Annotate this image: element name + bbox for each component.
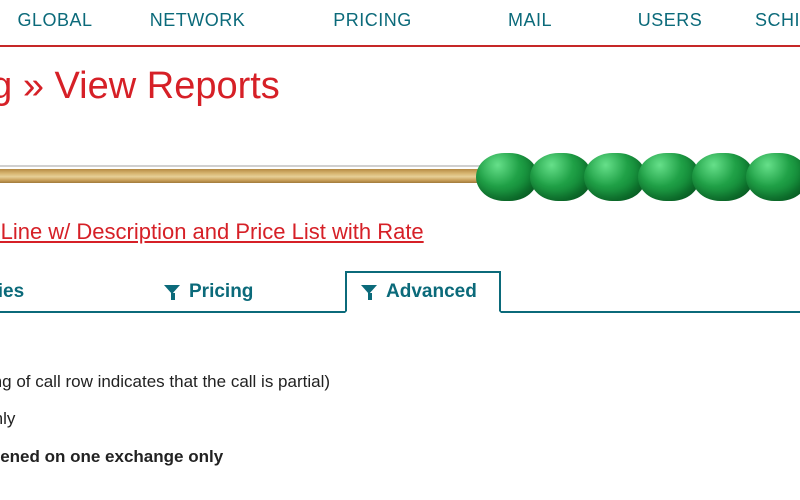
filter-tab-advanced[interactable]: Advanced xyxy=(345,271,501,313)
bead-icon xyxy=(476,153,538,201)
nav-item-users[interactable]: USERS xyxy=(600,10,740,31)
filter-tab-parties[interactable]: rties xyxy=(0,271,46,313)
bead-icon xyxy=(530,153,592,201)
bead-icon xyxy=(746,153,800,201)
bead-icon xyxy=(692,153,754,201)
hero: ng » View Reports xyxy=(0,47,800,167)
funnel-icon xyxy=(361,285,378,300)
nav-item-pricing[interactable]: PRICING xyxy=(285,10,460,31)
filter-tab-pricing[interactable]: Pricing xyxy=(150,271,275,313)
filter-tab-label: rties xyxy=(0,281,24,303)
filter-notes: nning of call row indicates that the cal… xyxy=(0,363,800,475)
report-subheading-link[interactable]: ng Line w/ Description and Price List wi… xyxy=(0,219,800,245)
top-nav: GLOBAL NETWORK PRICING MAIL USERS SCHI xyxy=(0,0,800,47)
filter-tab-label: Advanced xyxy=(386,281,477,303)
nav-item-sch[interactable]: SCHI xyxy=(740,10,800,31)
abacus-beads xyxy=(484,153,800,201)
nav-item-mail[interactable]: MAIL xyxy=(460,10,600,31)
note-line-one-exchange: appened on one exchange only xyxy=(0,438,800,475)
nav-item-global[interactable]: GLOBAL xyxy=(0,10,110,31)
filter-tab-label: Pricing xyxy=(189,281,253,303)
bead-icon xyxy=(584,153,646,201)
page-title: ng » View Reports xyxy=(0,47,800,108)
note-line-only: e only xyxy=(0,400,800,437)
filter-tabs: rties Pricing Advanced xyxy=(0,271,800,313)
note-line-partial-call: nning of call row indicates that the cal… xyxy=(0,363,800,400)
bead-icon xyxy=(638,153,700,201)
funnel-icon xyxy=(164,285,181,300)
nav-item-network[interactable]: NETWORK xyxy=(110,10,285,31)
